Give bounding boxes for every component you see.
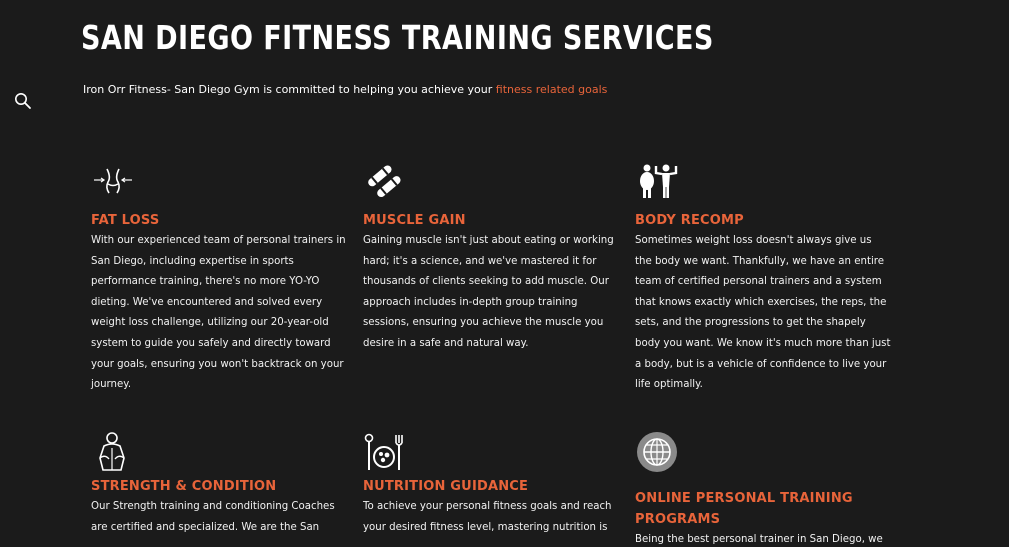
service-card-body-recomp: BODY RECOMP Sometimes weight loss doesn'… [635, 160, 891, 396]
service-description: Gaining muscle isn't just about eating o… [363, 235, 614, 349]
waist-measure-icon [94, 168, 132, 194]
service-description: Being the best personal trainer in San D… [635, 534, 883, 545]
nutrition-plate-icon [364, 433, 403, 470]
service-card-muscle-gain: MUSCLE GAIN Gaining muscle isn't just ab… [363, 160, 619, 355]
body-transformation-icon [640, 164, 678, 198]
dumbbells-icon [368, 165, 401, 198]
service-description: Sometimes weight loss doesn't always giv… [635, 235, 891, 391]
page: SAN DIEGO FITNESS TRAINING SERVICES Iron… [0, 0, 1009, 547]
search-icon[interactable] [13, 91, 33, 111]
service-title: STRENGTH & CONDITION [91, 479, 277, 494]
service-title: FAT LOSS [91, 213, 160, 228]
service-card-nutrition-guidance: NUTRITION GUIDANCE To achieve your perso… [363, 430, 619, 538]
service-title: BODY RECOMP [635, 213, 744, 228]
service-card-online-training: ONLINE PERSONAL TRAINING PROGRAMS Being … [635, 430, 891, 547]
service-description: To achieve your personal fitness goals a… [363, 501, 612, 533]
search-button[interactable] [13, 91, 33, 111]
intro-text: Iron Orr Fitness- San Diego Gym is commi… [83, 83, 607, 96]
globe-icon [637, 432, 677, 472]
service-title: NUTRITION GUIDANCE [363, 479, 529, 494]
page-title: SAN DIEGO FITNESS TRAINING SERVICES [81, 18, 714, 57]
intro-text-body: Iron Orr Fitness- San Diego Gym is commi… [83, 83, 496, 96]
strong-person-icon [99, 432, 125, 471]
service-card-fat-loss: FAT LOSS With our experienced team of pe… [91, 160, 347, 396]
service-title: MUSCLE GAIN [363, 213, 466, 228]
service-description: With our experienced team of personal tr… [91, 235, 346, 391]
fitness-goals-link[interactable]: fitness related goals [496, 83, 608, 96]
service-card-strength-condition: STRENGTH & CONDITION Our Strength traini… [91, 430, 347, 538]
service-description: Our Strength training and conditioning C… [91, 501, 335, 533]
service-title: ONLINE PERSONAL TRAINING PROGRAMS [635, 491, 853, 527]
